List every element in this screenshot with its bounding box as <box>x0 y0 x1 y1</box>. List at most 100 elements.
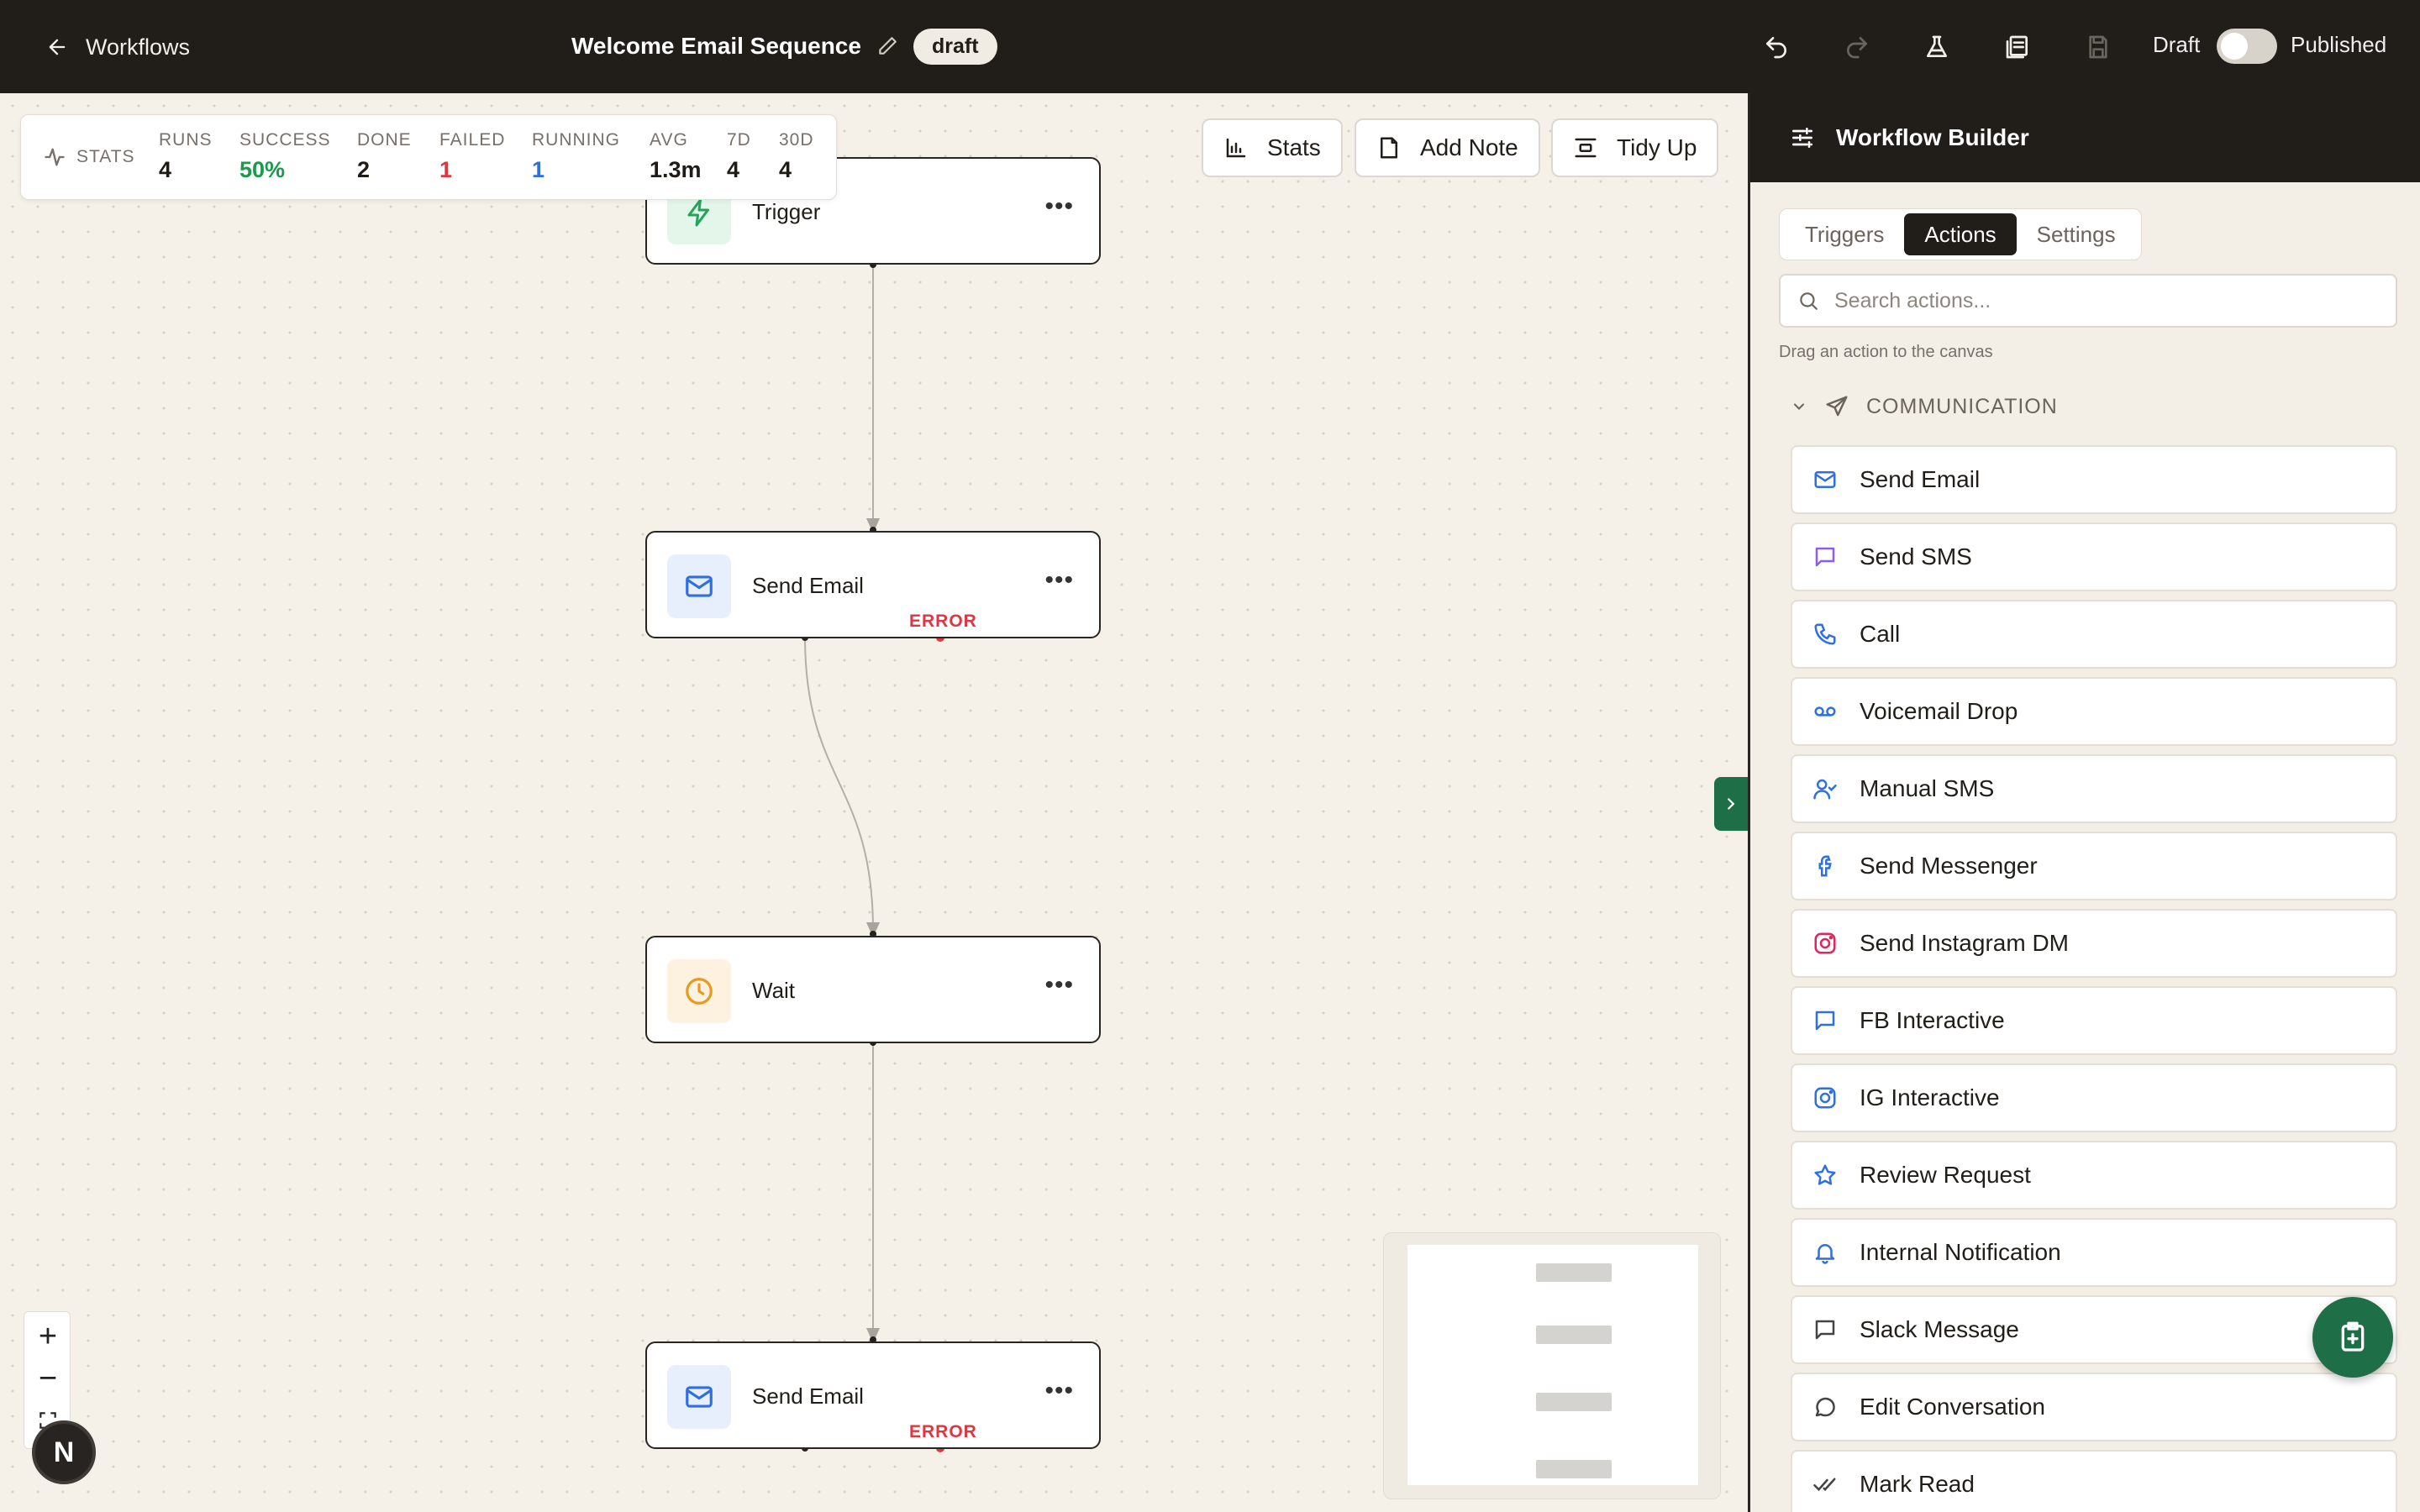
workflow-node-send-email[interactable]: Send Email ••• ERROR <box>645 1341 1101 1449</box>
action-send-messenger[interactable]: Send Messenger <box>1791 832 2397 900</box>
redo-button[interactable] <box>1839 29 1876 66</box>
clock-icon <box>667 959 731 1023</box>
stat-label: 30D <box>779 130 814 150</box>
tab-actions[interactable]: Actions <box>1904 213 2017 255</box>
sidebar-tabs: Triggers Actions Settings <box>1779 208 2142 260</box>
node-menu-button[interactable]: ••• <box>1044 192 1074 221</box>
drag-hint: Drag an action to the canvas <box>1779 343 1993 361</box>
action-label: Edit Conversation <box>1860 1394 2046 1420</box>
avatar[interactable]: N <box>32 1420 96 1484</box>
action-edit-conversation[interactable]: Edit Conversation <box>1791 1373 2397 1441</box>
workflow-title-group: Welcome Email Sequence draft <box>571 25 997 67</box>
instagram-icon <box>1811 1084 1839 1112</box>
redo-icon <box>1847 37 1867 59</box>
action-call[interactable]: Call <box>1791 600 2397 669</box>
stat-7d: 7D 4 <box>727 130 751 183</box>
search-icon <box>1800 292 1818 310</box>
undo-button[interactable] <box>1758 29 1795 66</box>
draft-label: Draft <box>2153 32 2201 57</box>
stat-30d: 30D 4 <box>779 130 814 183</box>
action-voicemail-drop[interactable]: Voicemail Drop <box>1791 677 2397 746</box>
pencil-icon[interactable] <box>876 35 898 57</box>
send-icon <box>1826 396 1848 417</box>
workflow-canvas[interactable]: STATS RUNS 4 SUCCESS 50% DONE 2 FAILED 1 RUN… <box>0 93 1748 1512</box>
tab-settings[interactable]: Settings <box>2017 213 2136 255</box>
node-menu-button[interactable]: ••• <box>1044 566 1074 595</box>
workflow-node-wait[interactable]: Wait ••• <box>645 936 1101 1043</box>
action-label: Send Instagram DM <box>1860 930 2069 956</box>
chat-bubble-icon <box>1811 543 1839 571</box>
clipboard-plus-icon <box>2341 1321 2365 1352</box>
action-label: Internal Notification <box>1860 1239 2061 1265</box>
undo-icon <box>1766 37 1786 59</box>
category-communication[interactable]: COMMUNICATION <box>1791 394 2058 419</box>
stat-label: 7D <box>727 130 751 150</box>
node-label: Trigger <box>752 199 821 224</box>
sidebar-title: Workflow Builder <box>1836 124 2029 150</box>
test-button[interactable] <box>1918 29 1955 66</box>
stat-success: SUCCESS 50% <box>239 130 331 183</box>
tab-triggers[interactable]: Triggers <box>1785 213 1904 255</box>
action-slack-message[interactable]: Slack Message <box>1791 1295 2397 1364</box>
stat-label: RUNNING <box>532 130 620 150</box>
action-label: FB Interactive <box>1860 1007 2005 1033</box>
action-review-request[interactable]: Review Request <box>1791 1141 2397 1210</box>
stat-label: AVG <box>650 130 688 150</box>
node-label: Send Email <box>752 1383 864 1409</box>
stats-header-label: STATS <box>76 147 135 166</box>
node-menu-button[interactable]: ••• <box>1044 971 1074 1000</box>
stat-value: 1.3m <box>650 157 702 182</box>
phone-icon <box>1811 620 1839 648</box>
clipboard-fab-button[interactable] <box>2312 1297 2393 1378</box>
workflow-title[interactable]: Welcome Email Sequence <box>571 33 861 60</box>
mail-icon <box>1811 465 1839 494</box>
stat-value: 1 <box>532 157 545 182</box>
collapse-sidebar-button[interactable] <box>1714 777 1748 831</box>
stat-avg: AVG 1.3m <box>650 130 702 183</box>
stat-value: 4 <box>727 157 740 182</box>
action-internal-notification[interactable]: Internal Notification <box>1791 1218 2397 1287</box>
node-error-label: ERROR <box>909 1422 977 1441</box>
action-label: Send Email <box>1860 466 1981 492</box>
action-send-instagram-dm[interactable]: Send Instagram DM <box>1791 909 2397 978</box>
voicemail-icon <box>1811 697 1839 726</box>
stat-done: DONE 2 <box>357 130 412 183</box>
search-box <box>1779 274 2397 328</box>
action-label: Slack Message <box>1860 1316 2019 1342</box>
category-label: COMMUNICATION <box>1866 394 2058 418</box>
stat-label: RUNS <box>159 130 213 150</box>
save-button[interactable] <box>2080 29 2117 66</box>
top-bar: Workflows Welcome Email Sequence draft D… <box>0 0 2420 93</box>
back-to-workflows-link[interactable]: Workflows <box>45 29 190 66</box>
chevron-down-icon <box>1793 403 1805 410</box>
chevron-right-icon <box>1728 798 1735 810</box>
workflow-node-send-email[interactable]: Send Email ••• ERROR <box>645 531 1101 638</box>
action-manual-sms[interactable]: Manual SMS <box>1791 754 2397 823</box>
bell-icon <box>1811 1238 1839 1267</box>
instagram-icon <box>1811 929 1839 958</box>
logs-button[interactable] <box>1999 29 2036 66</box>
node-label: Send Email <box>752 573 864 598</box>
action-ig-interactive[interactable]: IG Interactive <box>1791 1063 2397 1132</box>
flask-icon <box>1927 35 1947 57</box>
stat-label: SUCCESS <box>239 130 331 150</box>
action-fb-interactive[interactable]: FB Interactive <box>1791 986 2397 1055</box>
stats-header: STATS <box>43 145 135 169</box>
status-badge: draft <box>913 28 997 65</box>
document-stack-icon <box>2006 35 2028 59</box>
action-label: Voicemail Drop <box>1860 698 2018 724</box>
back-label: Workflows <box>86 34 191 60</box>
stats-panel: STATS RUNS 4 SUCCESS 50% DONE 2 FAILED 1 RUN… <box>20 114 837 200</box>
save-icon <box>2089 35 2107 59</box>
node-menu-button[interactable]: ••• <box>1044 1377 1074 1405</box>
mail-icon <box>667 1365 731 1429</box>
published-label: Published <box>2291 32 2387 57</box>
action-send-email[interactable]: Send Email <box>1791 445 2397 514</box>
publish-toggle[interactable] <box>2217 29 2277 64</box>
star-icon <box>1811 1161 1839 1189</box>
stat-running: RUNNING 1 <box>532 130 620 183</box>
action-send-sms[interactable]: Send SMS <box>1791 522 2397 591</box>
stat-label: DONE <box>357 130 412 150</box>
search-input[interactable] <box>1834 288 2372 313</box>
action-mark-read[interactable]: Mark Read <box>1791 1450 2397 1512</box>
